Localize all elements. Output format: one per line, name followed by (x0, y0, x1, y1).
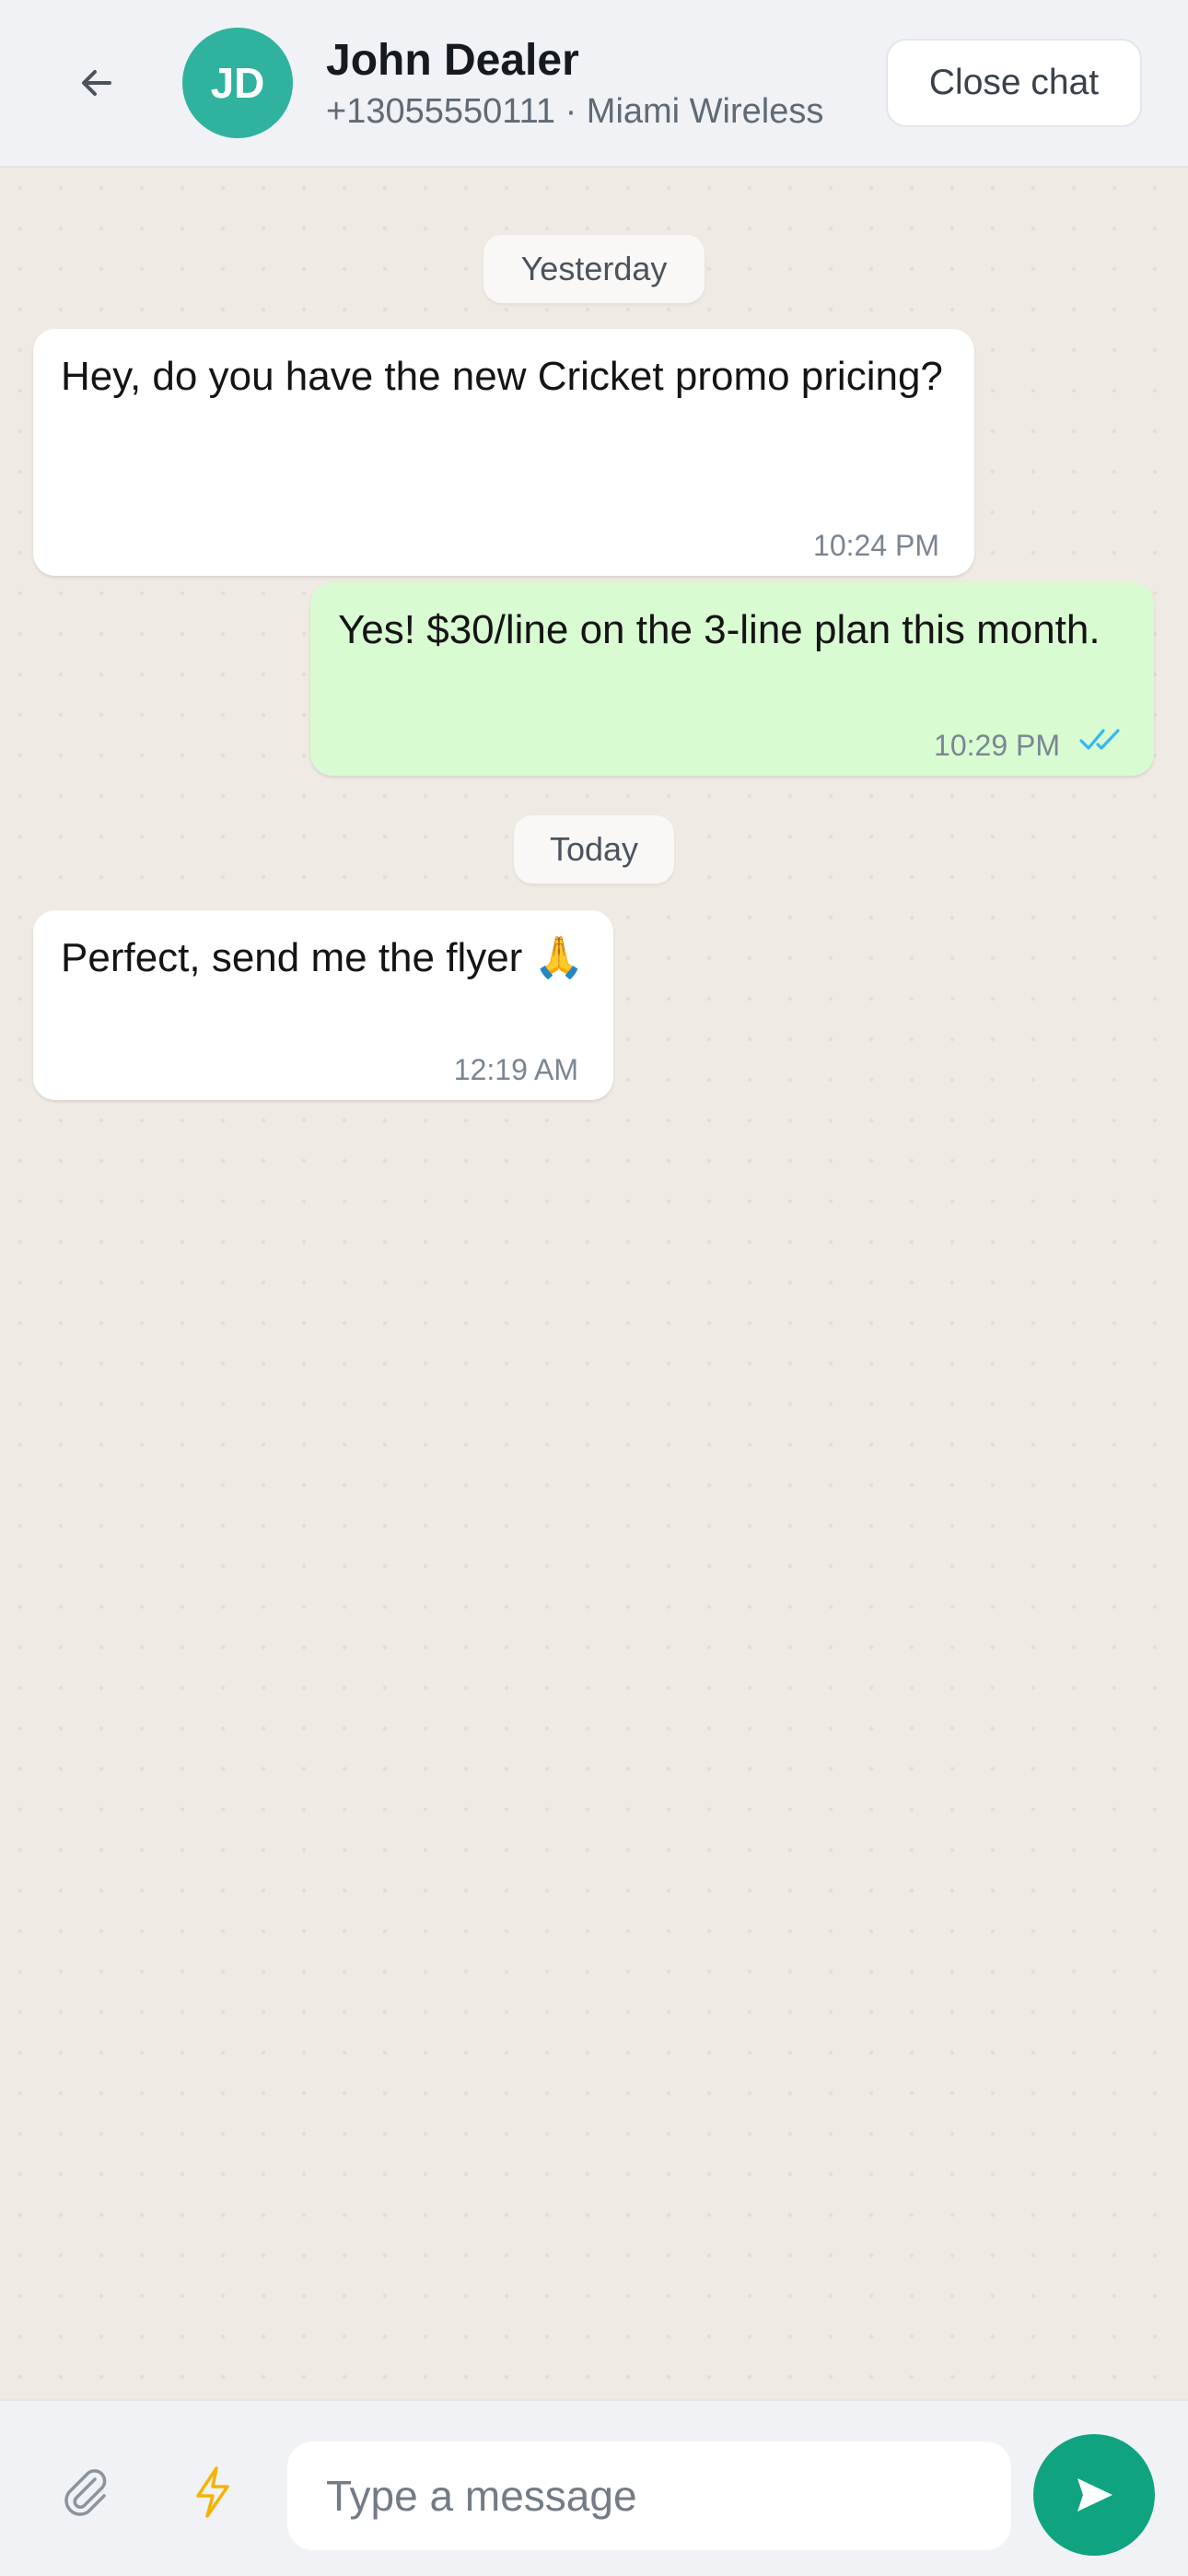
outgoing-message[interactable]: Yes! $30/line on the 3-line plan this mo… (310, 582, 1154, 776)
avatar[interactable]: JD (182, 28, 293, 138)
date-separator: Today (514, 815, 674, 884)
message-text: Perfect, send me the flyer 🙏 (61, 935, 585, 980)
paperclip-icon (64, 2469, 107, 2516)
chat-screen: JD John Dealer +13055550111 · Miami Wire… (0, 0, 1188, 2576)
message-text: Hey, do you have the new Cricket promo p… (61, 354, 943, 399)
incoming-message[interactable]: Perfect, send me the flyer 🙏 12:19 AM (33, 910, 613, 1100)
contact-name: John Dealer (326, 36, 579, 85)
quick-reply-button[interactable] (181, 2460, 245, 2524)
message-composer (0, 2399, 1188, 2576)
send-button[interactable] (1033, 2434, 1155, 2556)
chat-header: JD John Dealer +13055550111 · Miami Wire… (0, 0, 1188, 168)
message-time: 12:19 AM (453, 1053, 578, 1086)
attach-button[interactable] (53, 2460, 118, 2524)
message-input[interactable] (287, 2441, 1011, 2550)
message-time: 10:24 PM (813, 529, 939, 562)
lightning-icon (196, 2466, 229, 2518)
double-check-icon (1079, 729, 1120, 750)
back-button[interactable] (64, 55, 129, 111)
message-text: Yes! $30/line on the 3-line plan this mo… (338, 607, 1101, 652)
message-list[interactable]: Yesterday Hey, do you have the new Crick… (0, 168, 1188, 2399)
date-separator: Yesterday (483, 235, 705, 303)
send-icon (1077, 2478, 1112, 2512)
close-chat-button[interactable]: Close chat (886, 39, 1142, 127)
contact-subtitle: +13055550111 · Miami Wireless (326, 92, 824, 131)
message-time: 10:29 PM (934, 729, 1060, 762)
arrow-left-icon (82, 70, 111, 96)
incoming-message[interactable]: Hey, do you have the new Cricket promo p… (33, 329, 974, 576)
